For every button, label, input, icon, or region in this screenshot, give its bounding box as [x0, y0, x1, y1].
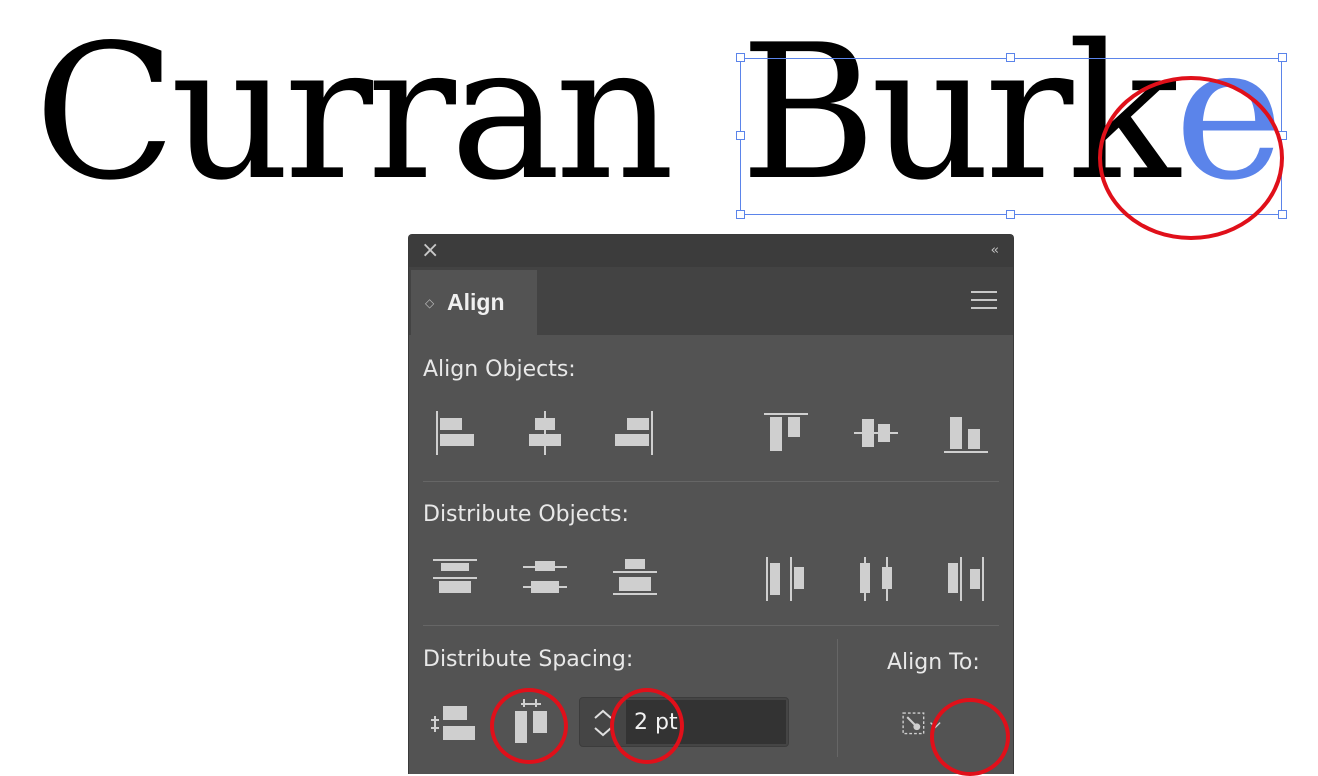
divider-2 — [423, 625, 999, 626]
vertical-distribute-center-icon — [523, 561, 567, 593]
align-to-label: Align To: — [887, 650, 980, 675]
horizontal-align-center-icon — [529, 411, 561, 455]
vertical-distribute-bottom-button[interactable] — [611, 555, 659, 603]
panel-tabstrip: ◇ Align — [409, 267, 1013, 335]
spacing-input[interactable] — [626, 700, 786, 744]
align-to-key-object-icon — [902, 712, 941, 735]
handle-middle-left[interactable] — [736, 131, 745, 140]
vertical-align-top-button[interactable] — [762, 409, 810, 457]
align-panel: × ‹‹ ◇ Align Align Objects: Distribute O… — [408, 234, 1014, 774]
horizontal-align-center-button[interactable] — [521, 409, 569, 457]
vertical-divider — [837, 639, 838, 757]
vertical-align-bottom-button[interactable] — [942, 409, 990, 457]
spacing-stepper[interactable] — [586, 704, 620, 742]
handle-bottom-left[interactable] — [736, 210, 745, 219]
horizontal-distribute-right-icon — [948, 557, 984, 601]
handle-middle-right[interactable] — [1278, 131, 1287, 140]
vertical-align-center-icon — [854, 419, 898, 447]
selection-bounding-box[interactable] — [740, 58, 1282, 215]
panel-titlebar: × ‹‹ — [409, 235, 1013, 267]
hamburger-menu-icon[interactable] — [971, 291, 997, 315]
vertical-align-bottom-icon — [944, 417, 988, 453]
align-to-key-object-dropdown[interactable] — [899, 700, 969, 748]
stepper-arrows-icon — [594, 709, 612, 737]
vertical-distribute-bottom-icon — [613, 559, 657, 595]
tab-align-label: Align — [447, 289, 505, 315]
distribute-objects-label: Distribute Objects: — [423, 502, 629, 527]
horizontal-distribute-center-icon — [860, 557, 892, 601]
spacing-value-field[interactable] — [579, 697, 789, 747]
handle-top-right[interactable] — [1278, 53, 1287, 62]
horizontal-align-left-button[interactable] — [430, 409, 478, 457]
vertical-distribute-top-icon — [433, 559, 477, 593]
align-objects-label: Align Objects: — [423, 357, 576, 382]
vertical-distribute-center-button[interactable] — [521, 555, 569, 603]
horizontal-align-right-button[interactable] — [611, 409, 659, 457]
handle-top-middle[interactable] — [1006, 53, 1015, 62]
horizontal-distribute-space-icon — [515, 699, 547, 743]
horizontal-distribute-space-button[interactable] — [507, 697, 555, 745]
divider-1 — [423, 481, 999, 482]
vertical-align-top-icon — [764, 413, 808, 451]
vertical-distribute-space-icon — [431, 706, 475, 740]
tab-align[interactable]: ◇ Align — [411, 270, 537, 335]
horizontal-distribute-center-button[interactable] — [852, 555, 900, 603]
vertical-align-center-button[interactable] — [852, 409, 900, 457]
vertical-distribute-space-button[interactable] — [431, 700, 479, 748]
horizontal-distribute-right-button[interactable] — [942, 555, 990, 603]
artboard-text-curran[interactable]: Curran — [34, 20, 675, 206]
horizontal-align-left-icon — [436, 411, 474, 455]
handle-bottom-right[interactable] — [1278, 210, 1287, 219]
horizontal-distribute-left-icon — [766, 557, 804, 601]
handle-top-left[interactable] — [736, 53, 745, 62]
close-icon[interactable]: × — [421, 240, 439, 262]
distribute-spacing-label: Distribute Spacing: — [423, 647, 634, 672]
tab-expand-icon: ◇ — [425, 295, 435, 310]
vertical-distribute-top-button[interactable] — [431, 555, 479, 603]
collapse-panel-icon[interactable]: ‹‹ — [991, 243, 1000, 258]
handle-bottom-middle[interactable] — [1006, 210, 1015, 219]
horizontal-distribute-left-button[interactable] — [762, 555, 810, 603]
horizontal-align-right-icon — [615, 411, 653, 455]
